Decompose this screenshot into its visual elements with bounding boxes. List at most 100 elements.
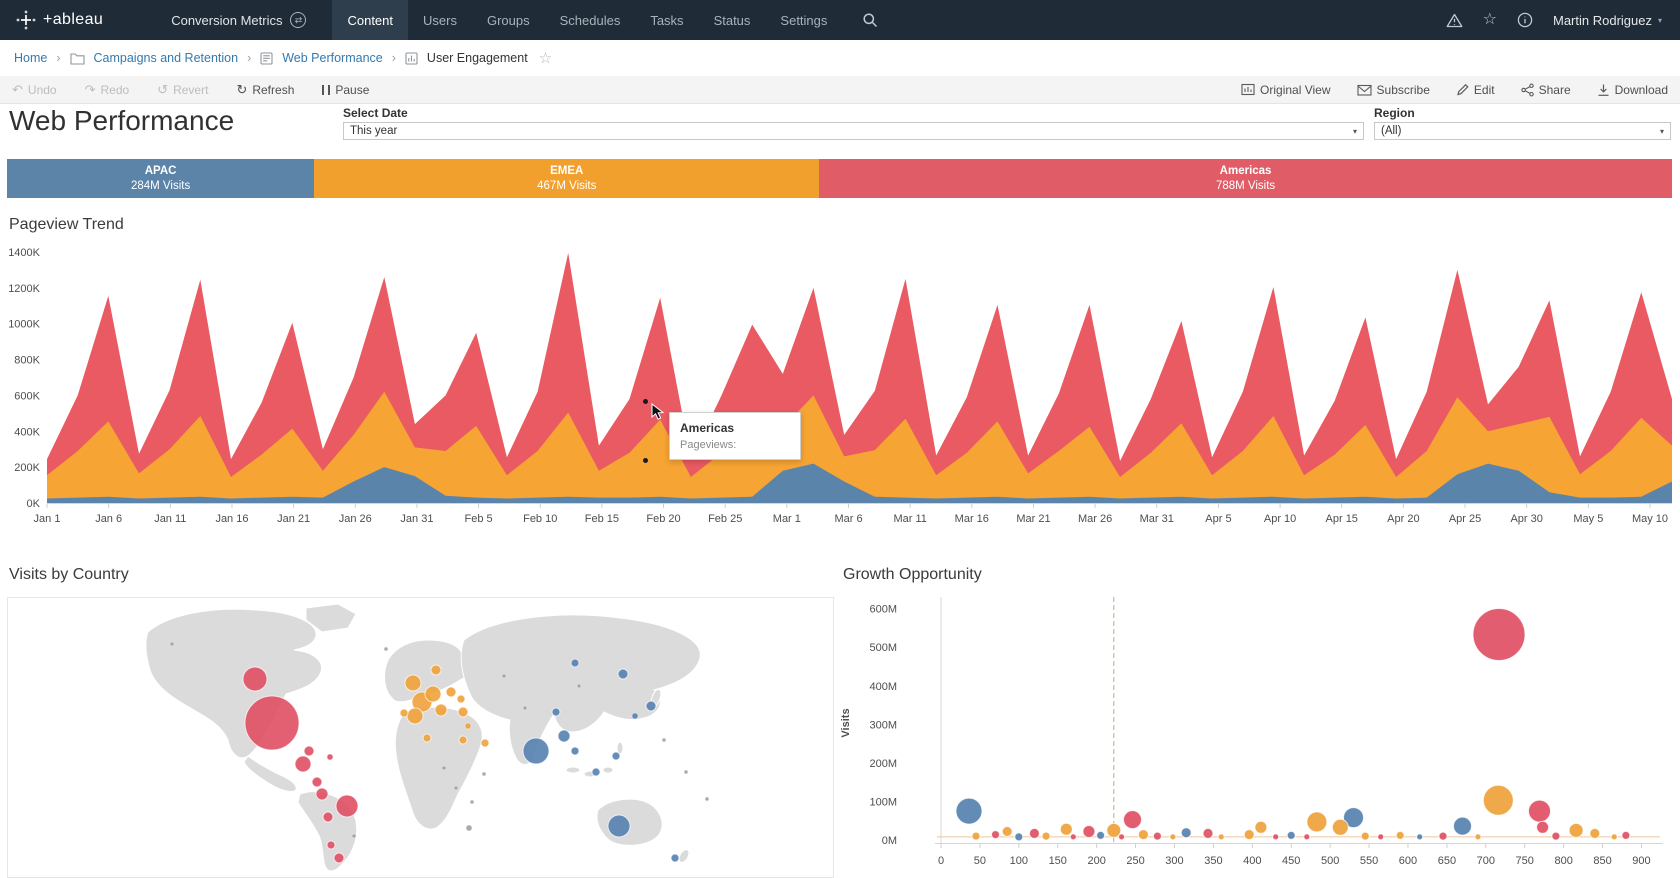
nav-tab-groups[interactable]: Groups [472,0,545,40]
region-filter-label: Region [1374,106,1415,120]
original-view-icon [1241,83,1255,96]
original-view-button[interactable]: Original View [1241,83,1331,97]
chevron-down-icon: ▾ [1352,126,1357,136]
warning-triangle-icon [1446,13,1463,27]
svg-text:Jan 16: Jan 16 [215,513,248,525]
growth-opportunity-chart[interactable]: 0M 100M 200M 300M 400M 500M 600M 0 50 100 150 200 25… [835,560,1680,878]
nav-right-group: ☆ Martin Rodriguez ▾ [1446,0,1680,40]
site-switcher[interactable]: Conversion Metrics ⇄ [171,0,307,40]
breadcrumb-workbook[interactable]: Web Performance [282,51,383,65]
redo-button[interactable]: ↷ Redo [85,83,130,97]
banner-segment-americas[interactable]: Americas 788M Visits [819,159,1672,198]
region-filter-select[interactable]: (All) ▾ [1374,122,1671,140]
pause-button[interactable]: Pause [322,83,369,97]
star-icon: ☆ [1482,11,1497,28]
svg-text:1400K: 1400K [8,247,40,259]
site-name: Conversion Metrics [171,12,283,28]
edit-button[interactable]: Edit [1456,83,1495,97]
nav-tab-schedules[interactable]: Schedules [545,0,636,40]
svg-text:Apr 5: Apr 5 [1205,513,1231,525]
visits-by-country-title: Visits by Country [9,566,129,583]
favorite-star-toggle[interactable]: ☆ [539,51,552,66]
svg-text:Feb 20: Feb 20 [646,513,680,525]
region-visits-banner: APAC 284M Visits EMEA 467M Visits Americ… [7,159,1672,198]
breadcrumb-home[interactable]: Home [14,51,47,65]
svg-text:700: 700 [1477,855,1495,867]
tableau-logo[interactable]: +ableau [0,0,119,40]
svg-text:Mar 21: Mar 21 [1016,513,1050,525]
svg-text:May 5: May 5 [1573,513,1603,525]
svg-text:0: 0 [938,855,944,867]
svg-text:Jan 21: Jan 21 [277,513,310,525]
folder-icon [69,52,85,65]
pageview-trend-chart[interactable]: 0K 200K 400K 600K 800K 1000K 1200K 1400K Jan 1 Ja… [0,236,1680,528]
svg-text:Feb 5: Feb 5 [465,513,493,525]
svg-text:550: 550 [1360,855,1378,867]
svg-text:1200K: 1200K [8,283,40,295]
svg-text:350: 350 [1204,855,1222,867]
svg-text:0K: 0K [27,498,41,510]
favorites-button[interactable]: ☆ [1483,12,1497,28]
banner-segment-emea[interactable]: EMEA 467M Visits [314,159,820,198]
svg-text:Apr 15: Apr 15 [1326,513,1358,525]
svg-text:Jan 31: Jan 31 [400,513,433,525]
svg-text:200: 200 [1087,855,1105,867]
top-nav: +ableau Conversion Metrics ⇄ Content Use… [0,0,1680,40]
nav-tab-users[interactable]: Users [408,0,472,40]
user-menu[interactable]: Martin Rodriguez ▾ [1553,13,1662,28]
revert-button[interactable]: ↺ Revert [157,83,208,97]
svg-text:900: 900 [1632,855,1650,867]
svg-text:Mar 31: Mar 31 [1140,513,1174,525]
region-filter-value: (All) [1381,125,1402,137]
banner-segment-apac[interactable]: APAC 284M Visits [7,159,315,198]
primary-nav: Content Users Groups Schedules Tasks Sta… [332,0,842,40]
svg-text:Feb 25: Feb 25 [708,513,742,525]
svg-text:600: 600 [1399,855,1417,867]
highlighted-mark[interactable] [643,458,648,463]
download-button[interactable]: Download [1597,83,1668,97]
breadcrumb-separator: › [56,51,61,65]
refresh-button[interactable]: ↻ Refresh [236,83,294,97]
refresh-icon: ↻ [236,82,248,97]
subscribe-button[interactable]: Subscribe [1356,83,1430,97]
download-icon [1598,84,1609,96]
svg-text:Mar 16: Mar 16 [955,513,989,525]
redo-icon: ↷ [84,82,96,97]
search-icon [863,13,878,28]
alerts-button[interactable] [1446,13,1463,28]
nav-tab-content[interactable]: Content [332,0,409,40]
pageview-trend-title: Pageview Trend [9,216,124,233]
info-circle-icon [1517,12,1533,28]
share-button[interactable]: Share [1520,83,1571,97]
breadcrumb-separator: › [391,51,396,65]
dashboard-title: Web Performance [9,105,235,136]
svg-text:600K: 600K [14,390,40,402]
chevron-down-icon: ▾ [1657,15,1662,25]
help-button[interactable] [1517,12,1533,28]
svg-text:Apr 20: Apr 20 [1387,513,1419,525]
svg-text:Apr 25: Apr 25 [1449,513,1481,525]
undo-icon: ↶ [12,82,23,97]
svg-text:300: 300 [1165,855,1183,867]
visits-by-country-map[interactable] [7,597,834,878]
highlighted-mark[interactable] [643,399,648,404]
envelope-icon [1356,84,1372,96]
svg-text:300M: 300M [869,719,897,731]
nav-tab-settings[interactable]: Settings [765,0,842,40]
undo-button[interactable]: ↶ Undo [12,83,57,97]
svg-text:100: 100 [1010,855,1028,867]
tooltip-region: Americas [680,421,735,435]
svg-text:600M: 600M [869,604,897,616]
search-button[interactable] [850,0,890,40]
date-filter-label: Select Date [343,106,408,120]
breadcrumb-project[interactable]: Campaigns and Retention [94,51,239,65]
svg-text:800: 800 [1554,855,1572,867]
svg-text:Jan 26: Jan 26 [339,513,372,525]
nav-tab-tasks[interactable]: Tasks [635,0,698,40]
svg-text:Visits: Visits [840,708,852,737]
date-filter-select[interactable]: This year ▾ [343,122,1364,140]
date-filter-value: This year [350,125,398,137]
svg-text:100M: 100M [869,796,897,808]
svg-text:Jan 1: Jan 1 [34,513,61,525]
nav-tab-status[interactable]: Status [699,0,766,40]
